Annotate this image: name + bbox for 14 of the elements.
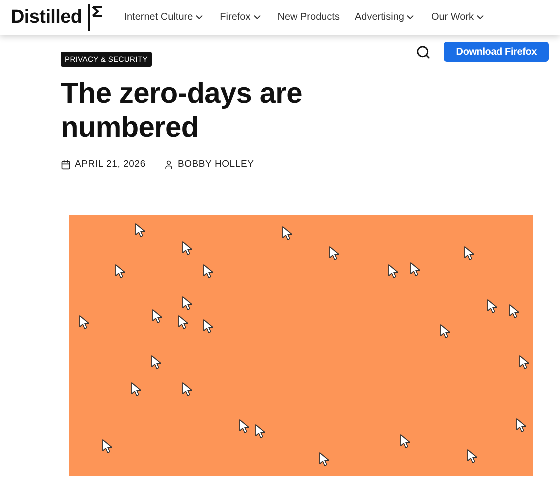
nav-link[interactable]: New Products [278,12,340,23]
search-icon[interactable] [416,44,432,60]
publish-date: APRIL 21, 2026 [75,159,146,170]
download-button[interactable]: Download Firefox [444,42,549,62]
nav-link[interactable]: Advertising [354,12,416,23]
author-name[interactable]: BOBBY HOLLEY [178,159,254,170]
logo-mark-icon [86,4,104,31]
logo[interactable]: Distilled [11,6,82,28]
nav-link[interactable]: Our Work [431,12,486,23]
article-title: The zero-days are numbered [61,77,304,145]
calendar-icon [61,160,71,170]
nav-link[interactable]: Internet Culture [124,12,206,23]
person-icon [164,160,174,170]
nav-link[interactable]: Firefox [220,12,263,23]
